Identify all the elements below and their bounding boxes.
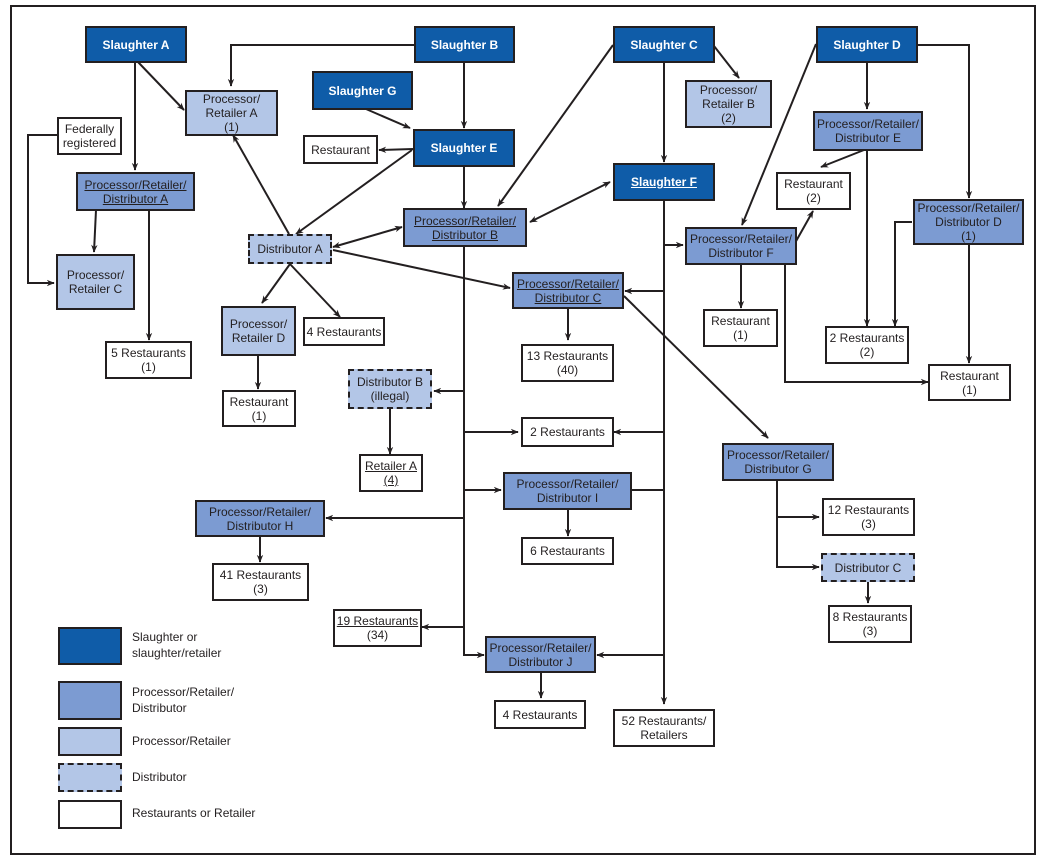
- node-distributor-a[interactable]: Distributor A: [248, 234, 332, 264]
- node-4-restaurants-prd-j[interactable]: 4 Restaurants: [494, 700, 586, 729]
- node-4-restaurants-dist-a[interactable]: 4 Restaurants: [303, 317, 385, 346]
- node-prd-e[interactable]: Processor/Retailer/Distributor E: [813, 111, 923, 151]
- node-processor-retailer-c[interactable]: Processor/Retailer C: [56, 254, 135, 310]
- edge-dist-a-prd-b: [332, 225, 403, 249]
- node-6-restaurants[interactable]: 6 Restaurants: [521, 537, 614, 565]
- edge-slaughter-c-to-pr-b: [713, 45, 740, 79]
- legend-label-processor-retailer: Processor/Retailer: [132, 734, 231, 748]
- legend-swatch-distributor: [58, 763, 122, 792]
- node-5-restaurants[interactable]: 5 Restaurants (1): [105, 341, 192, 379]
- edge-dist-a-to-pr-a: [232, 134, 290, 235]
- edge-dist-a-to-pr-d: [261, 263, 291, 304]
- edge-prd-e-to-rest-e2: [820, 149, 865, 168]
- edge-prd-d-to-rest-2a: [891, 221, 912, 327]
- node-processor-retailer-a[interactable]: Processor/Retailer A (1): [185, 90, 278, 136]
- node-prd-b[interactable]: Processor/Retailer/Distributor B: [403, 208, 527, 247]
- node-2-restaurants[interactable]: 2 Restaurants: [521, 417, 614, 447]
- node-slaughter-a[interactable]: Slaughter A: [85, 26, 187, 63]
- node-federally-registered[interactable]: Federally registered: [57, 117, 122, 155]
- node-prd-c[interactable]: Processor/Retailer/Distributor C: [512, 272, 624, 309]
- node-slaughter-e[interactable]: Slaughter E: [413, 129, 515, 167]
- node-slaughter-b[interactable]: Slaughter B: [414, 26, 515, 63]
- edge-slaughter-c-to-prd-b: [497, 44, 614, 207]
- legend-swatch-processor-retailer-distributor: [58, 681, 122, 720]
- node-12-restaurants[interactable]: 12 Restaurants (3): [822, 498, 915, 536]
- node-2-restaurants-2[interactable]: 2 Restaurants (2): [825, 326, 909, 364]
- node-13-restaurants[interactable]: 13 Restaurants (40): [521, 344, 614, 382]
- node-prd-i[interactable]: Processor/Retailer/Distributor I: [503, 472, 632, 510]
- edge-prd-g-branch: [776, 481, 820, 571]
- node-slaughter-c[interactable]: Slaughter C: [613, 26, 715, 63]
- node-processor-retailer-d[interactable]: Processor/Retailer D: [221, 306, 296, 356]
- node-prd-g[interactable]: Processor/Retailer/Distributor G: [722, 443, 834, 481]
- node-restaurant-pr-d[interactable]: Restaurant (1): [222, 390, 296, 427]
- edge-slaughter-a-to-pr-a: [137, 61, 185, 111]
- node-restaurant-prd-f[interactable]: Restaurant (1): [703, 309, 778, 347]
- node-restaurant-2[interactable]: Restaurant (2): [776, 172, 851, 210]
- node-prd-d[interactable]: Processor/Retailer/Distributor D (1): [913, 199, 1024, 245]
- edge-prd-b-trunk: [463, 246, 485, 659]
- node-retailer-a[interactable]: Retailer A (4): [359, 454, 423, 492]
- node-prd-j[interactable]: Processor/Retailer/Distributor J: [485, 636, 596, 673]
- node-prd-a[interactable]: Processor/Retailer/Distributor A: [76, 172, 195, 211]
- node-distributor-b[interactable]: Distributor B (illegal): [348, 369, 432, 409]
- node-slaughter-f[interactable]: Slaughter F: [613, 163, 715, 201]
- legend-label-slaughter: Slaughter or slaughter/retailer: [132, 630, 222, 660]
- edge-prd-b-slaughter-f: [529, 181, 611, 223]
- edge-prd-a-to-pr-c: [91, 209, 98, 253]
- legend-swatch-restaurant: [58, 800, 122, 829]
- node-19-restaurants[interactable]: 19 Restaurants (34): [333, 609, 422, 647]
- edge-dist-a-to-rest-4a: [289, 263, 341, 318]
- node-restaurant-prd-d[interactable]: Restaurant (1): [928, 364, 1011, 401]
- edge-slaughter-d-to-prd-d: [916, 44, 973, 199]
- edge-prd-f-to-rest-prd1: [784, 264, 929, 386]
- edge-dist-a-to-prd-c: [332, 249, 511, 290]
- legend-swatch-slaughter: [58, 627, 122, 665]
- node-prd-h[interactable]: Processor/Retailer/Distributor H: [195, 500, 325, 537]
- node-restaurant-slaughter-e[interactable]: Restaurant: [303, 135, 378, 164]
- node-processor-retailer-b[interactable]: Processor/Retailer B (2): [685, 80, 772, 128]
- node-52-restaurants-retailers[interactable]: 52 Restaurants/Retailers: [613, 709, 715, 747]
- legend-label-distributor: Distributor: [132, 770, 187, 784]
- node-8-restaurants[interactable]: 8 Restaurants (3): [828, 605, 912, 643]
- edge-slaughter-g-to-slaughter-e: [365, 108, 411, 129]
- node-slaughter-d[interactable]: Slaughter D: [816, 26, 918, 63]
- edge-prd-f-to-rest-e2: [794, 210, 814, 244]
- node-distributor-c[interactable]: Distributor C: [821, 553, 915, 582]
- legend-swatch-processor-retailer: [58, 727, 122, 756]
- node-41-restaurants[interactable]: 41 Restaurants (3): [212, 563, 309, 601]
- legend-label-processor-retailer-distributor: Processor/Retailer/Distributor: [132, 685, 235, 715]
- node-slaughter-g[interactable]: Slaughter G: [312, 71, 413, 110]
- edge-slaughter-e-to-restaurant: [378, 146, 414, 153]
- legend-label-restaurant: Restaurants or Retailer: [132, 806, 256, 820]
- node-prd-f[interactable]: Processor/Retailer/Distributor F: [685, 227, 797, 265]
